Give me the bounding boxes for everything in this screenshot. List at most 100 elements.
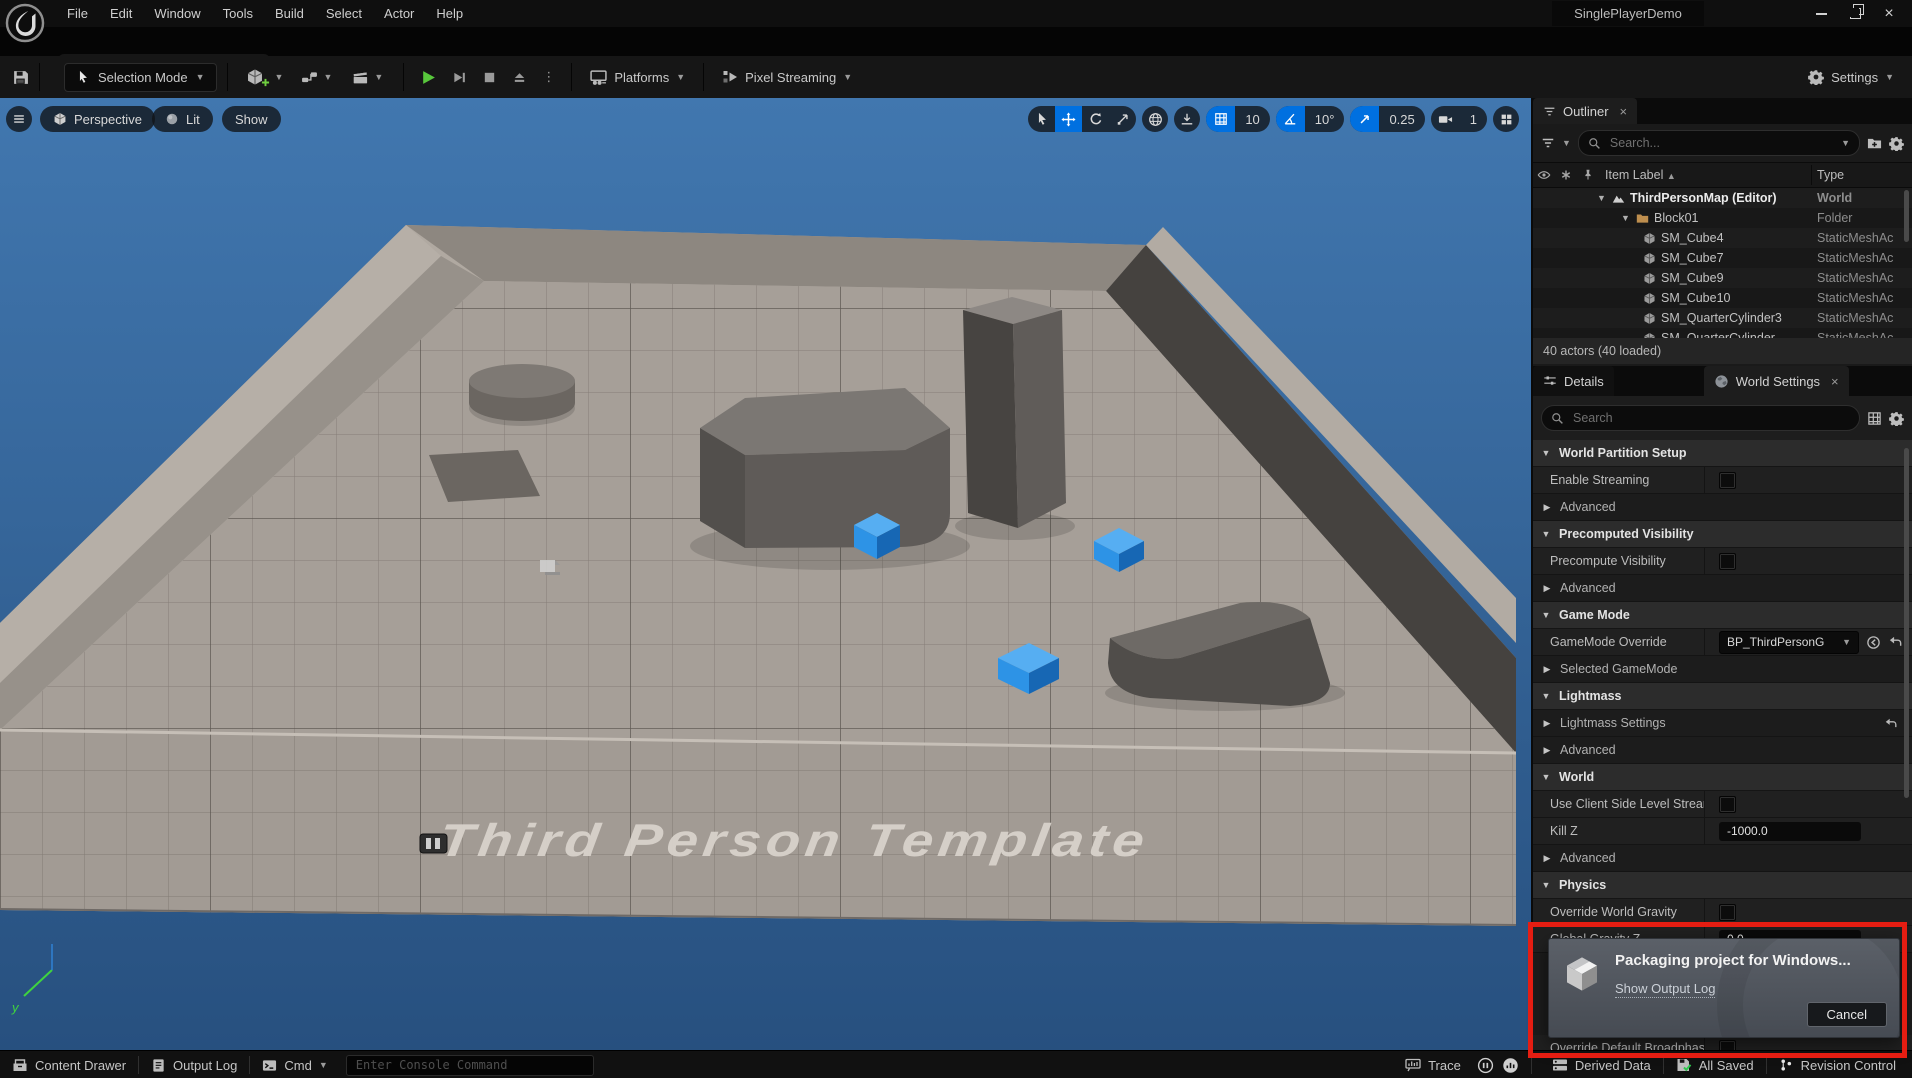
- expander-icon[interactable]: ▼: [1597, 193, 1607, 203]
- pin-column-icon[interactable]: [1577, 169, 1599, 181]
- console-command-box[interactable]: [345, 1054, 594, 1076]
- menu-tools[interactable]: Tools: [212, 0, 264, 27]
- details-section[interactable]: ▼ Physics: [1533, 872, 1912, 899]
- display-options-icon[interactable]: [1867, 411, 1882, 426]
- maximize-viewport-button[interactable]: [1493, 106, 1519, 132]
- favorite-column-star-icon[interactable]: [1555, 169, 1577, 181]
- rotate-tool-button[interactable]: [1082, 106, 1109, 132]
- cancel-button[interactable]: Cancel: [1806, 1002, 1887, 1027]
- level-viewport[interactable]: Third Person Template y Perspective Lit …: [0, 98, 1531, 1050]
- play-button[interactable]: [420, 69, 437, 86]
- eject-button[interactable]: [512, 70, 527, 85]
- details-property[interactable]: GameMode Override BP_ThirdPersonG ▼: [1533, 629, 1912, 656]
- details-property[interactable]: Enable Streaming: [1533, 467, 1912, 494]
- details-scrollbar[interactable]: [1904, 448, 1909, 798]
- gear-icon[interactable]: [1889, 411, 1904, 426]
- console-command-input[interactable]: [353, 1057, 586, 1073]
- checkbox[interactable]: [1719, 795, 1736, 813]
- details-section[interactable]: ▼ Lightmass: [1533, 683, 1912, 710]
- camera-speed-value[interactable]: 1: [1460, 112, 1487, 127]
- checkbox[interactable]: [1719, 903, 1736, 921]
- outliner-row[interactable]: SM_QuarterCylinder3 StaticMeshAc: [1533, 308, 1912, 328]
- trace-pause-button[interactable]: [1473, 1051, 1498, 1078]
- settings-dropdown[interactable]: Settings ▼: [1808, 69, 1894, 85]
- grid-snap-icon[interactable]: [1206, 106, 1236, 132]
- stop-button[interactable]: [482, 70, 497, 85]
- trace-button[interactable]: Trace: [1393, 1051, 1473, 1078]
- details-collapsed-row[interactable]: ▶ Advanced: [1533, 845, 1912, 872]
- filter-icon[interactable]: [1541, 136, 1555, 150]
- grid-snap-value[interactable]: 10: [1235, 112, 1269, 127]
- view-mode-dropdown[interactable]: Lit: [152, 106, 213, 132]
- perspective-dropdown[interactable]: Perspective: [40, 106, 155, 132]
- expander-icon[interactable]: ▼: [1621, 213, 1631, 223]
- details-section[interactable]: ▼ Precomputed Visibility: [1533, 521, 1912, 548]
- details-collapsed-row[interactable]: ▶ Selected GameMode: [1533, 656, 1912, 683]
- save-button[interactable]: [12, 68, 29, 85]
- outliner-row[interactable]: ▼ Block01 Folder: [1533, 208, 1912, 228]
- chevron-down-icon[interactable]: ▼: [1562, 138, 1571, 148]
- stats-button[interactable]: [1498, 1051, 1523, 1078]
- camera-icon[interactable]: [1431, 106, 1460, 132]
- viewport-options-button[interactable]: [6, 106, 32, 132]
- details-search-input[interactable]: [1571, 410, 1850, 426]
- checkbox[interactable]: [1719, 552, 1736, 570]
- details-property[interactable]: Precompute Visibility: [1533, 548, 1912, 575]
- details-collapsed-row[interactable]: ▶ Lightmass Settings: [1533, 710, 1912, 737]
- details-section[interactable]: ▼ World Partition Setup: [1533, 440, 1912, 467]
- details-search-box[interactable]: [1541, 405, 1860, 431]
- angle-snap-icon[interactable]: [1275, 106, 1305, 132]
- outliner-row[interactable]: SM_QuarterCylinder StaticMeshAc: [1533, 328, 1912, 338]
- scale-snap-value[interactable]: 0.25: [1379, 112, 1424, 127]
- menu-window[interactable]: Window: [143, 0, 211, 27]
- cmd-dropdown[interactable]: Cmd ▼: [250, 1051, 339, 1078]
- outliner-row[interactable]: SM_Cube9 StaticMeshAc: [1533, 268, 1912, 288]
- outliner-search-box[interactable]: ▼: [1577, 130, 1860, 156]
- tab-world-settings[interactable]: World Settings ×: [1703, 366, 1849, 396]
- details-property[interactable]: Override World Gravity: [1533, 899, 1912, 926]
- gear-icon[interactable]: [1889, 136, 1904, 151]
- scale-snap-icon[interactable]: [1350, 106, 1380, 132]
- outliner-row[interactable]: SM_Cube4 StaticMeshAc: [1533, 228, 1912, 248]
- outliner-row[interactable]: SM_Cube10 StaticMeshAc: [1533, 288, 1912, 308]
- world-local-toggle[interactable]: [1142, 106, 1169, 132]
- checkbox[interactable]: [1719, 1039, 1736, 1050]
- select-tool-button[interactable]: [1028, 106, 1055, 132]
- move-tool-button[interactable]: [1055, 106, 1083, 132]
- menu-help[interactable]: Help: [425, 0, 474, 27]
- details-collapsed-row[interactable]: ▶ Advanced: [1533, 737, 1912, 764]
- add-folder-icon[interactable]: [1867, 136, 1882, 151]
- close-button[interactable]: ×: [1872, 0, 1906, 27]
- frame-skip-button[interactable]: [452, 70, 467, 85]
- platforms-dropdown[interactable]: Platforms ▼: [590, 69, 685, 86]
- checkbox[interactable]: [1719, 471, 1736, 489]
- show-output-log-link[interactable]: Show Output Log: [1615, 981, 1716, 998]
- menu-file[interactable]: File: [56, 0, 99, 27]
- camera-speed-control[interactable]: 1: [1430, 106, 1487, 132]
- outliner-row[interactable]: ▼ ThirdPersonMap (Editor) World: [1533, 188, 1912, 208]
- tab-outliner[interactable]: Outliner ×: [1533, 98, 1638, 124]
- chevron-down-icon[interactable]: ▼: [1841, 138, 1850, 148]
- rotation-snap-value[interactable]: 10°: [1305, 112, 1345, 127]
- visibility-column-eye-icon[interactable]: [1533, 168, 1555, 182]
- derived-data-button[interactable]: Derived Data: [1540, 1051, 1663, 1078]
- reset-to-default-icon[interactable]: [1884, 716, 1898, 731]
- gamemode-dropdown[interactable]: BP_ThirdPersonG ▼: [1719, 630, 1859, 654]
- column-type[interactable]: Type: [1817, 168, 1844, 182]
- play-options-kebab[interactable]: ⋮: [542, 70, 555, 85]
- menu-edit[interactable]: Edit: [99, 0, 143, 27]
- restore-button[interactable]: [1838, 0, 1872, 27]
- content-drawer-button[interactable]: Content Drawer: [0, 1051, 138, 1078]
- all-saved-button[interactable]: All Saved: [1664, 1051, 1766, 1078]
- menu-select[interactable]: Select: [315, 0, 373, 27]
- output-log-button[interactable]: Output Log: [139, 1051, 249, 1078]
- cinematics-button[interactable]: ▼: [352, 69, 383, 86]
- surface-snapping-button[interactable]: [1174, 106, 1201, 132]
- details-collapsed-row[interactable]: ▶ Advanced: [1533, 494, 1912, 521]
- close-icon[interactable]: ×: [1620, 104, 1628, 119]
- outliner-scrollbar[interactable]: [1904, 190, 1909, 242]
- menu-actor[interactable]: Actor: [373, 0, 425, 27]
- value-input[interactable]: -1000.0: [1719, 821, 1861, 841]
- add-actor-button[interactable]: ▼: [246, 67, 283, 88]
- details-section[interactable]: ▼ World: [1533, 764, 1912, 791]
